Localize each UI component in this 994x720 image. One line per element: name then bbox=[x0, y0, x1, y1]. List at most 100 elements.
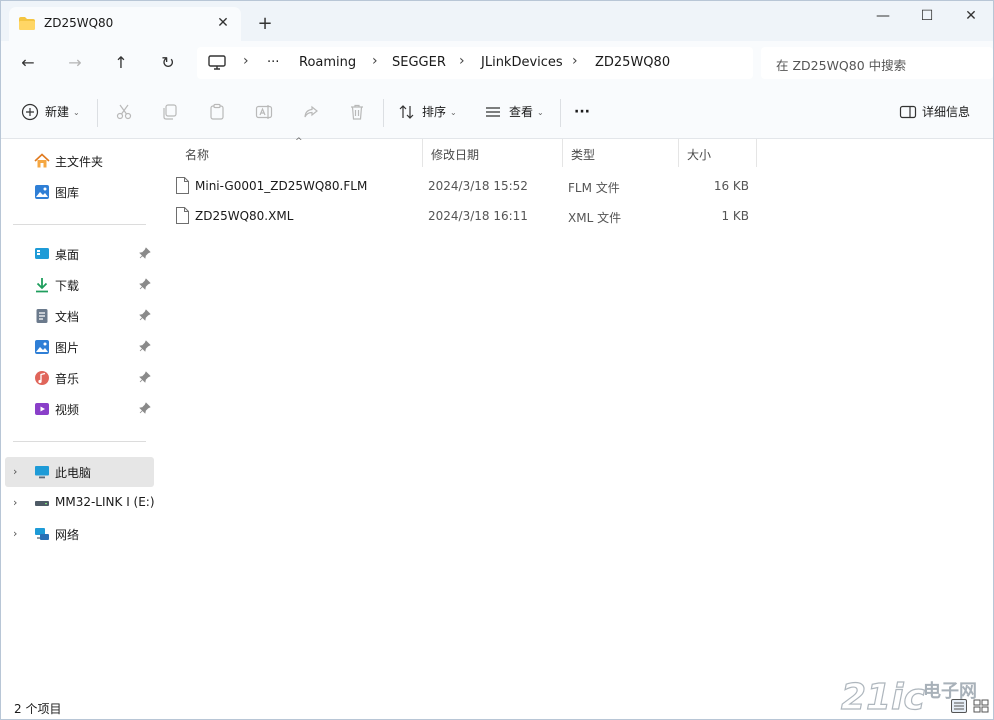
sidebar-item-usb-drive[interactable]: › MM32-LINK I (E:) bbox=[1, 488, 155, 518]
chevron-down-icon: ⌄ bbox=[537, 107, 544, 117]
column-header-type[interactable]: 类型 bbox=[563, 139, 679, 167]
file-modified: 2024/3/18 16:11 bbox=[428, 209, 528, 223]
rename-icon[interactable] bbox=[255, 103, 273, 121]
sidebar-item-network[interactable]: › 网络 bbox=[1, 519, 153, 549]
forward-button[interactable]: → bbox=[61, 50, 89, 76]
svg-text:21ic: 21ic bbox=[841, 677, 925, 717]
sidebar-item-desktop[interactable]: 桌面 bbox=[1, 239, 153, 269]
command-bar: 新建 ⌄ 排序 ⌄ 查看 ⌄ ··· 详细信息 bbox=[1, 85, 993, 139]
new-plus-icon bbox=[21, 103, 39, 121]
minimize-button[interactable]: — bbox=[860, 5, 906, 27]
file-modified: 2024/3/18 15:52 bbox=[428, 179, 528, 193]
sidebar-label-network: 网络 bbox=[55, 528, 80, 542]
view-button-label: 查看 bbox=[509, 105, 534, 119]
chevron-right-icon: › bbox=[243, 53, 249, 69]
breadcrumb-roaming[interactable]: Roaming bbox=[299, 55, 356, 70]
refresh-button[interactable]: ↻ bbox=[154, 50, 182, 76]
paste-icon[interactable] bbox=[208, 103, 226, 121]
column-label-name: 名称 bbox=[185, 148, 210, 162]
column-label-size: 大小 bbox=[687, 148, 712, 162]
tab-title: ZD25WQ80 bbox=[44, 16, 114, 30]
file-size: 1 KB bbox=[721, 209, 749, 223]
chevron-right-icon[interactable]: › bbox=[13, 527, 17, 540]
gallery-icon bbox=[35, 185, 49, 199]
close-window-button[interactable]: ✕ bbox=[948, 5, 994, 27]
sidebar-item-gallery[interactable]: 图库 bbox=[1, 177, 153, 207]
details-button[interactable]: 详细信息 bbox=[922, 99, 970, 125]
cut-icon[interactable] bbox=[115, 103, 133, 121]
music-icon bbox=[35, 371, 49, 385]
file-explorer-window: ZD25WQ80 ✕ + — ☐ ✕ ← → ↑ ↻ › ··· Roaming… bbox=[0, 0, 994, 720]
sidebar-item-this-pc[interactable]: › 此电脑 bbox=[5, 457, 154, 487]
sidebar-item-music[interactable]: 音乐 bbox=[1, 363, 153, 393]
column-header-name[interactable]: 名称 ^ bbox=[177, 137, 423, 167]
table-row[interactable]: ZD25WQ80.XML 2024/3/18 16:11 XML 文件 1 KB bbox=[169, 203, 769, 231]
share-icon[interactable] bbox=[302, 103, 320, 121]
monitor-icon bbox=[208, 55, 226, 70]
pin-icon[interactable] bbox=[139, 371, 151, 383]
up-button[interactable]: ↑ bbox=[107, 50, 135, 76]
chevron-right-icon: › bbox=[572, 53, 578, 69]
sort-button[interactable]: 排序 ⌄ bbox=[422, 99, 457, 125]
chevron-down-icon: ⌄ bbox=[73, 107, 80, 117]
breadcrumb-zd25wq80[interactable]: ZD25WQ80 bbox=[595, 55, 670, 70]
new-button-label: 新建 bbox=[45, 105, 70, 119]
watermark-logo: 21ic 电子网 bbox=[840, 676, 977, 717]
desktop-icon bbox=[35, 248, 49, 259]
sidebar-label-downloads: 下载 bbox=[55, 279, 80, 293]
sidebar-item-videos[interactable]: 视频 bbox=[1, 394, 153, 424]
file-icon bbox=[176, 207, 189, 224]
item-count: 2 个项目 bbox=[14, 702, 62, 716]
pin-icon[interactable] bbox=[139, 402, 151, 414]
sidebar-label-gallery: 图库 bbox=[55, 186, 80, 200]
delete-icon[interactable] bbox=[348, 103, 366, 121]
pin-icon[interactable] bbox=[139, 278, 151, 290]
usb-drive-icon bbox=[35, 501, 49, 506]
pin-icon[interactable] bbox=[139, 340, 151, 352]
pin-icon[interactable] bbox=[139, 247, 151, 259]
chevron-right-icon: › bbox=[459, 53, 465, 69]
tab-zd25wq80[interactable]: ZD25WQ80 ✕ bbox=[9, 7, 241, 41]
chevron-right-icon[interactable]: › bbox=[13, 465, 17, 478]
back-button[interactable]: ← bbox=[14, 50, 42, 76]
new-button[interactable]: 新建 ⌄ bbox=[45, 99, 80, 125]
new-tab-button[interactable]: + bbox=[255, 14, 275, 34]
sidebar-label-music: 音乐 bbox=[55, 372, 80, 386]
more-options-button[interactable]: ··· bbox=[574, 99, 590, 125]
breadcrumb-jlinkdevices[interactable]: JLinkDevices bbox=[481, 55, 563, 70]
sidebar-divider bbox=[13, 441, 146, 442]
navigation-bar: ← → ↑ ↻ › ··· Roaming › SEGGER › JLinkDe… bbox=[1, 41, 993, 85]
sidebar-label-documents: 文档 bbox=[55, 310, 80, 324]
maximize-button[interactable]: ☐ bbox=[904, 5, 950, 27]
close-tab-icon[interactable]: ✕ bbox=[215, 15, 231, 31]
view-icon bbox=[486, 107, 500, 117]
sidebar-label-videos: 视频 bbox=[55, 403, 80, 417]
sidebar-label-pictures: 图片 bbox=[55, 341, 80, 355]
file-icon bbox=[176, 177, 189, 194]
network-icon bbox=[35, 528, 49, 540]
breadcrumb-segger[interactable]: SEGGER bbox=[392, 55, 446, 70]
column-label-modified: 修改日期 bbox=[431, 148, 480, 162]
view-button[interactable]: 查看 ⌄ bbox=[509, 99, 544, 125]
column-header-size[interactable]: 大小 bbox=[679, 139, 757, 167]
videos-icon bbox=[35, 403, 49, 415]
sidebar-label-home: 主文件夹 bbox=[55, 155, 104, 169]
details-pane-icon bbox=[899, 105, 917, 119]
column-header-modified[interactable]: 修改日期 bbox=[423, 139, 563, 167]
navigation-pane: 主文件夹 图库 桌面 下载 文档 图片 音乐 视频 › 此电脑 › MM32-L… bbox=[1, 139, 157, 695]
address-bar[interactable]: › ··· Roaming › SEGGER › JLinkDevices › … bbox=[197, 47, 753, 79]
sidebar-item-pictures[interactable]: 图片 bbox=[1, 332, 153, 362]
sidebar-label-desktop: 桌面 bbox=[55, 248, 80, 262]
toolbar-divider bbox=[560, 99, 561, 127]
sidebar-item-documents[interactable]: 文档 bbox=[1, 301, 153, 331]
table-row[interactable]: Mini-G0001_ZD25WQ80.FLM 2024/3/18 15:52 … bbox=[169, 173, 769, 201]
pin-icon[interactable] bbox=[139, 309, 151, 321]
sidebar-item-home[interactable]: 主文件夹 bbox=[1, 146, 153, 176]
copy-icon[interactable] bbox=[161, 103, 179, 121]
search-input[interactable]: 在 ZD25WQ80 中搜索 bbox=[761, 47, 993, 79]
sidebar-divider bbox=[13, 224, 146, 225]
file-type: XML 文件 bbox=[568, 211, 622, 225]
sidebar-item-downloads[interactable]: 下载 bbox=[1, 270, 153, 300]
chevron-right-icon[interactable]: › bbox=[13, 496, 17, 509]
breadcrumb-overflow[interactable]: ··· bbox=[267, 55, 279, 70]
